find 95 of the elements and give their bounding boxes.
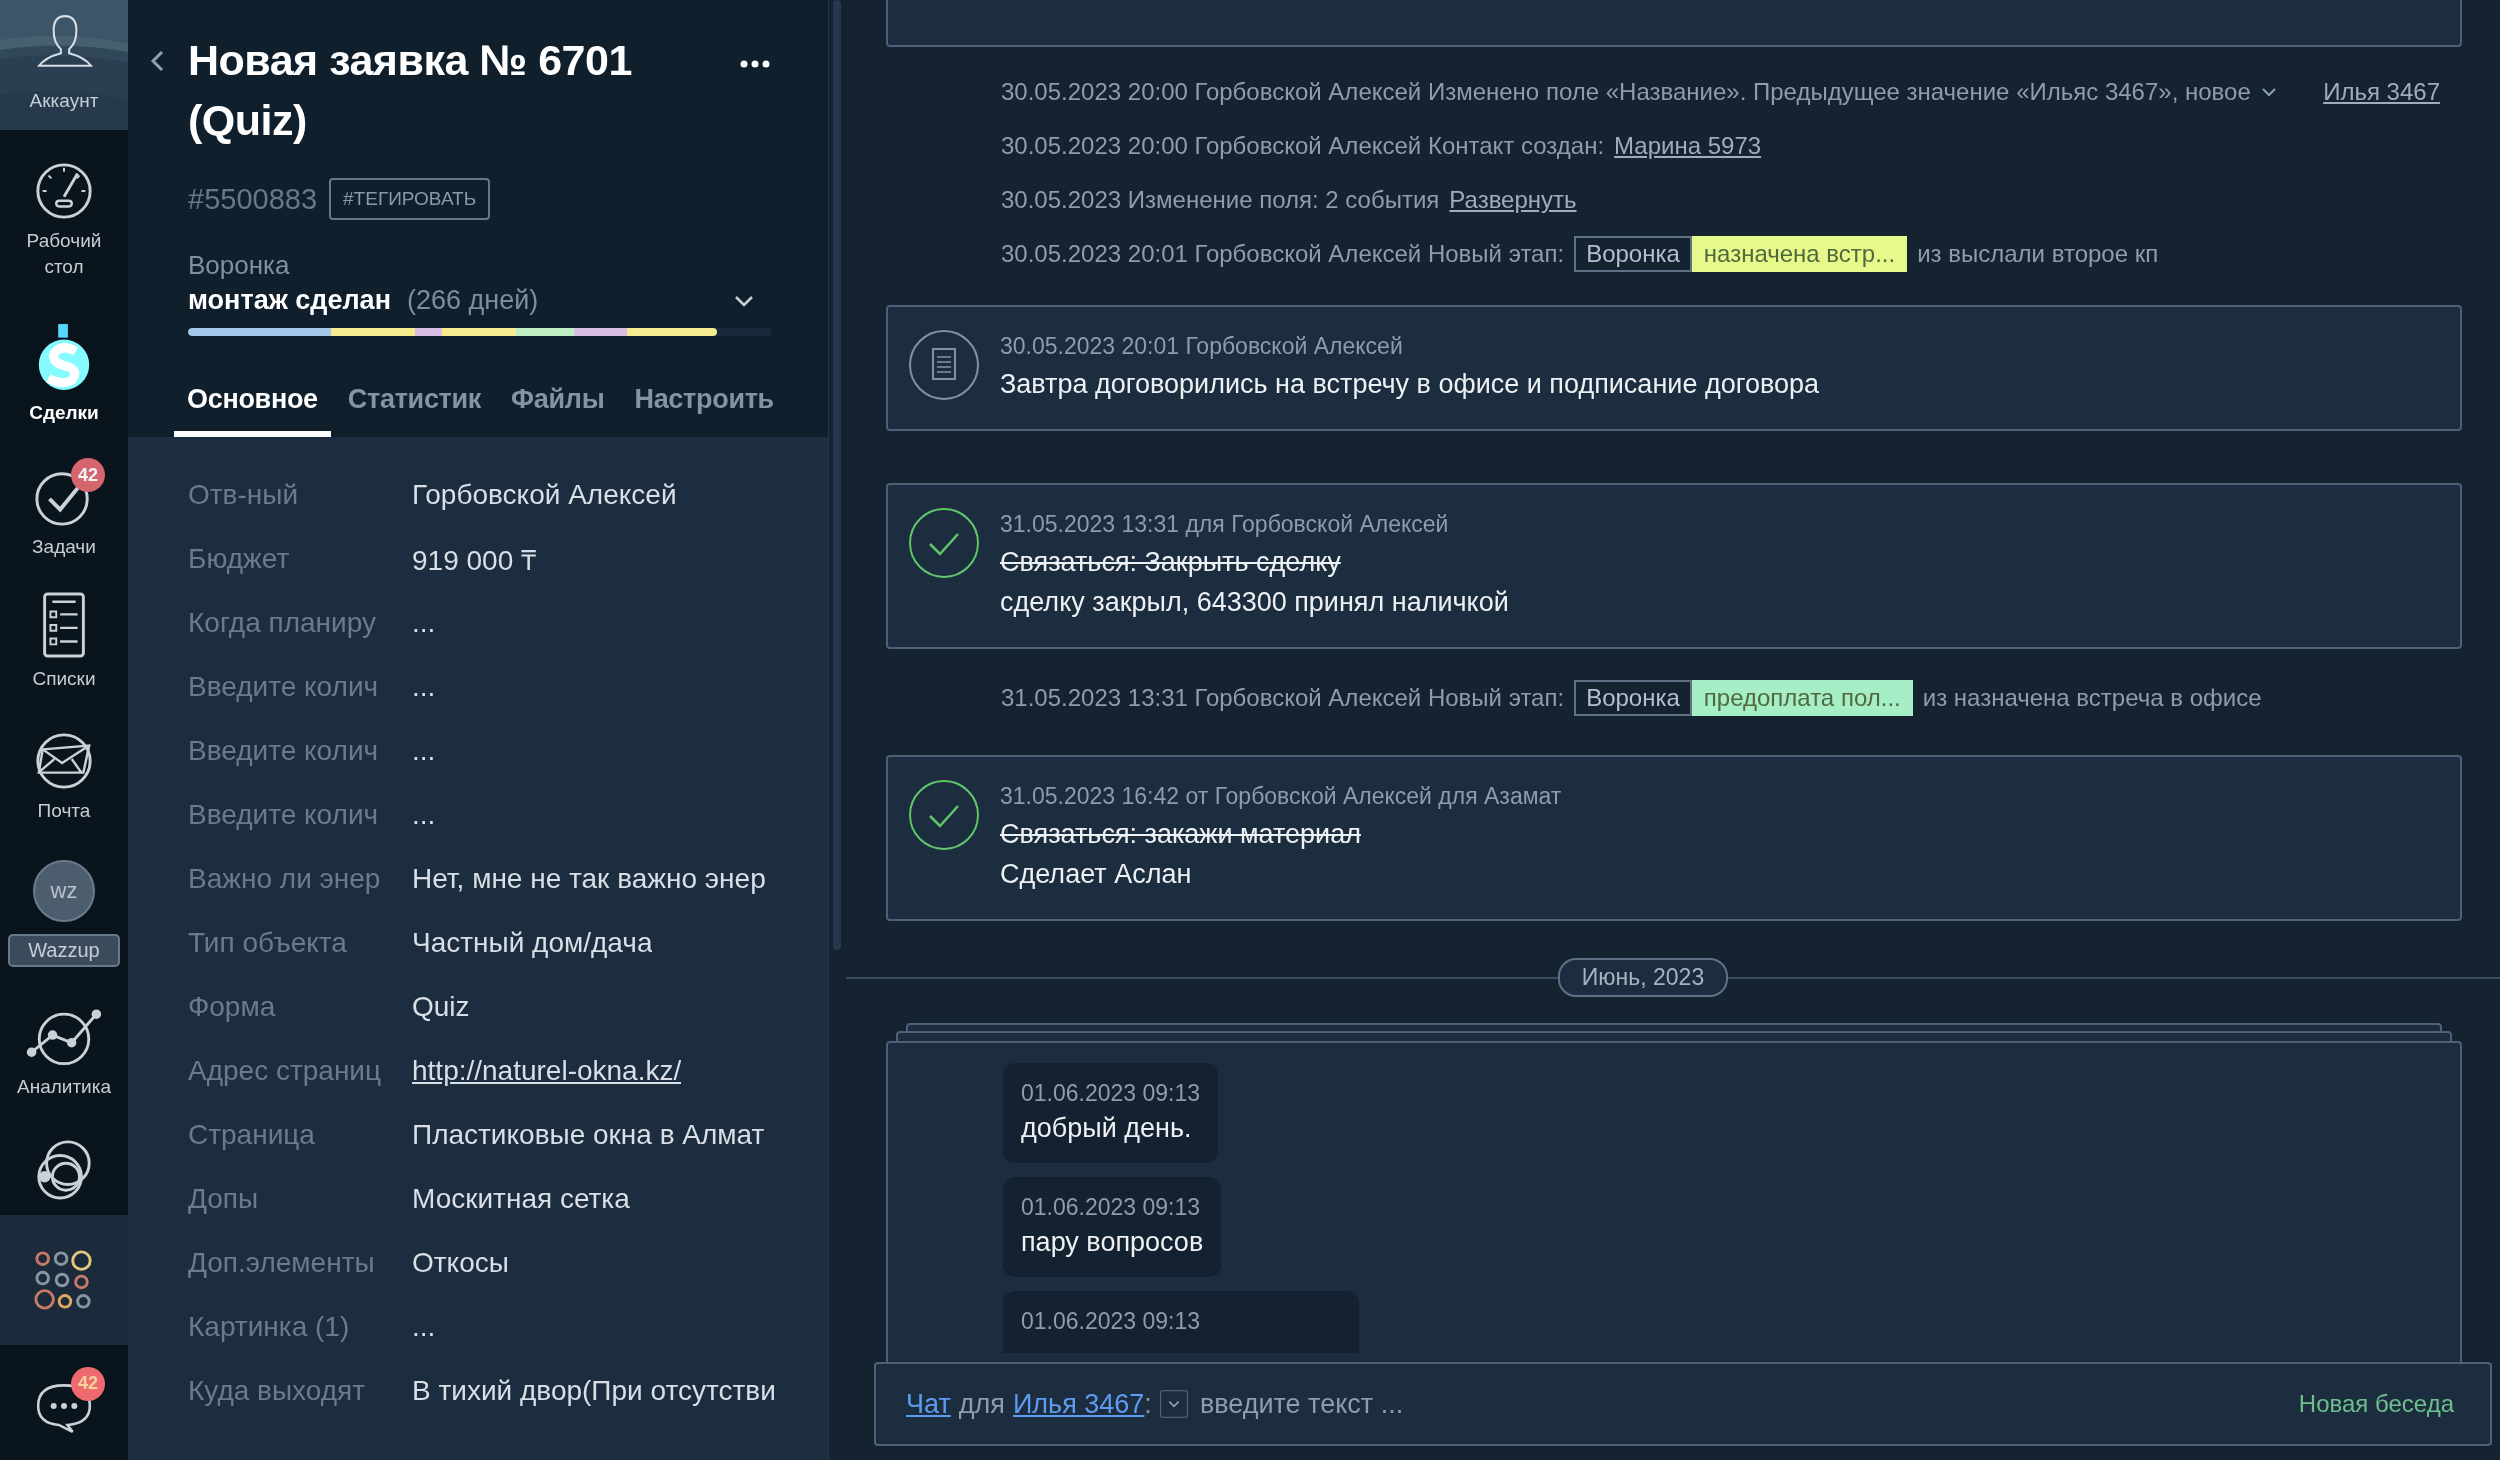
pipeline-label: Воронка — [188, 250, 291, 281]
nav-item[interactable]: Сделки — [0, 300, 128, 450]
field-value: Нет, мне не так важно энер — [412, 863, 766, 895]
field-value: Пластиковые окна в Алмат — [412, 1119, 765, 1151]
field-value: ... — [412, 607, 436, 639]
tab[interactable]: Основное — [174, 372, 331, 437]
note-text: Завтра договорились на встречу в офисе и подписание договора — [1000, 368, 1820, 401]
field-label: Адрес страниц — [188, 1055, 383, 1087]
event-text: 31.05.2023 13:31 Горбовской Алексей Новый этап: — [1001, 684, 1565, 712]
message-input[interactable]: введите текст ... — [1197, 1387, 2293, 1421]
task-meta: 31.05.2023 13:31 для Горбовской Алексей — [1000, 510, 1450, 539]
event-text: 30.05.2023 20:00 Горбовской Алексей Изменено поле «Название». Предыдущее значение «Ильяс 3467», новое — [1001, 78, 2251, 106]
event-link[interactable]: Развернуть — [1449, 186, 1577, 214]
field-label: Страница — [188, 1119, 316, 1151]
speedometer-icon — [33, 160, 95, 222]
tab[interactable]: Настроить — [621, 372, 787, 437]
new-conversation-button[interactable]: Новая беседа — [2292, 1389, 2460, 1419]
composer-text: для — [958, 1388, 1005, 1420]
message-bubble: 01.06.2023 09:13 — [1003, 1291, 1359, 1353]
stage-dropdown[interactable]: монтаж сделан (266 дней) — [188, 285, 780, 316]
chat-link[interactable]: Чат — [906, 1388, 951, 1420]
event-text: 30.05.2023 20:01 Горбовской Алексей Новый этап: — [1001, 240, 1565, 268]
field-value: Горбовской Алексей — [412, 479, 677, 511]
chevron-icon — [734, 294, 754, 307]
event-text: из назначена встреча в офисе — [1922, 684, 2262, 712]
message-bubble: 01.06.2023 09:13 добрый день. — [1003, 1063, 1219, 1163]
event-link[interactable]: Илья 3467 — [2323, 78, 2440, 106]
event-text: 30.05.2023 Изменение поля: 2 события — [1001, 186, 1440, 214]
contact-link[interactable]: Илья 3467 — [1012, 1388, 1145, 1420]
notification-badge: 42 — [71, 458, 105, 492]
field-value: В тихий двор(При отсутстви — [412, 1375, 776, 1407]
checkmark-icon[interactable] — [908, 779, 980, 851]
checkmark-icon[interactable] — [908, 507, 980, 579]
tab[interactable]: Статистик — [334, 372, 495, 437]
field-value: Москитная сетка — [412, 1183, 630, 1215]
dots-grid-icon — [33, 1249, 95, 1311]
event-text: 30.05.2023 20:00 Горбовской Алексей Контакт создан: — [1001, 132, 1605, 160]
lead-id: #5500883 — [188, 182, 318, 216]
field-value: Quiz — [412, 991, 470, 1023]
nav-item[interactable]: Списки — [0, 590, 128, 720]
field-value: ... — [412, 671, 436, 703]
more-options-icon[interactable] — [740, 60, 770, 68]
chat-composer[interactable]: Чат для Илья 3467: введите текст ... Новая беседа — [874, 1362, 2492, 1446]
stage-tag: предоплата пол... — [1691, 680, 1913, 716]
date-divider: Июнь, 2023 — [1557, 957, 1729, 997]
pipeline-tag: Воронка — [1574, 236, 1692, 272]
field-label: Отв-ный — [188, 479, 300, 511]
line-chart-icon — [24, 1006, 104, 1068]
field-value: Откосы — [412, 1247, 509, 1279]
composer-text: : — [1144, 1388, 1152, 1420]
field-value: ... — [412, 799, 436, 831]
task-result: Сделает Аслан — [1000, 858, 1193, 891]
nav-item[interactable]: wz Wazzup — [0, 850, 128, 990]
field-label: Введите колич — [188, 671, 380, 703]
task-title: Связаться: Закрыть сделку — [1000, 546, 1342, 579]
field-label: Важно ли энер — [188, 863, 382, 895]
account-button[interactable]: Аккаунт — [0, 0, 128, 130]
notification-badge: 42 — [71, 1366, 105, 1401]
field-label: Куда выходят — [188, 1375, 367, 1407]
lead-title: Новая заявка № 6701 (Quiz) — [188, 35, 633, 146]
nav-item[interactable]: Почта — [0, 720, 128, 850]
note-meta: 30.05.2023 20:01 Горбовской Алексей — [1000, 332, 1404, 361]
nav-item[interactable]: Аналитика — [0, 990, 128, 1130]
field-value: ... — [412, 735, 436, 767]
field-label: Тип объекта — [188, 927, 348, 959]
dropdown-icon[interactable] — [1159, 1390, 1188, 1418]
field-label: Когда планиру — [188, 607, 377, 639]
nav-item[interactable]: Рабочий стол — [0, 130, 128, 300]
field-value: 919 000 ₸ — [412, 544, 536, 578]
field-value: ... — [412, 1311, 436, 1343]
field-label: Введите колич — [188, 735, 380, 767]
document-icon — [908, 329, 980, 401]
scrollbar-thumb[interactable] — [833, 0, 841, 950]
event-text: из выслали второе кп — [1917, 240, 2159, 268]
nav-item[interactable]: 42 Задачи — [0, 450, 128, 590]
field-label: Доп.элементы — [188, 1247, 376, 1279]
field-label: Форма — [188, 991, 277, 1023]
pipeline-tag: Воронка — [1574, 680, 1692, 716]
field-link[interactable]: http://naturel-okna.kz/ — [412, 1055, 682, 1087]
field-label: Картинка (1) — [188, 1311, 351, 1343]
task-title: Связаться: закажи материал — [1000, 818, 1362, 851]
chevron-icon[interactable] — [2260, 87, 2277, 97]
event-link[interactable]: Марина 5973 — [1614, 132, 1762, 160]
message-bubble: 01.06.2023 09:13 пару вопросов — [1003, 1177, 1222, 1277]
field-label: Введите колич — [188, 799, 380, 831]
tag-button[interactable]: #ТЕГИРОВАТЬ — [329, 178, 491, 220]
field-label: Бюджет — [188, 543, 291, 575]
task-result: сделку закрыл, 643300 принял наличкой — [1000, 586, 1509, 619]
stage-tag: назначена встр... — [1691, 236, 1908, 272]
tab[interactable]: Файлы — [498, 372, 618, 437]
wazzup-icon: wz — [33, 860, 95, 922]
envelope-icon — [33, 730, 95, 792]
field-label: Допы — [188, 1183, 260, 1215]
field-value: Частный дом/дача — [412, 927, 653, 959]
task-meta: 31.05.2023 16:42 от Горбовской Алексей для Азамат — [1000, 782, 1562, 811]
